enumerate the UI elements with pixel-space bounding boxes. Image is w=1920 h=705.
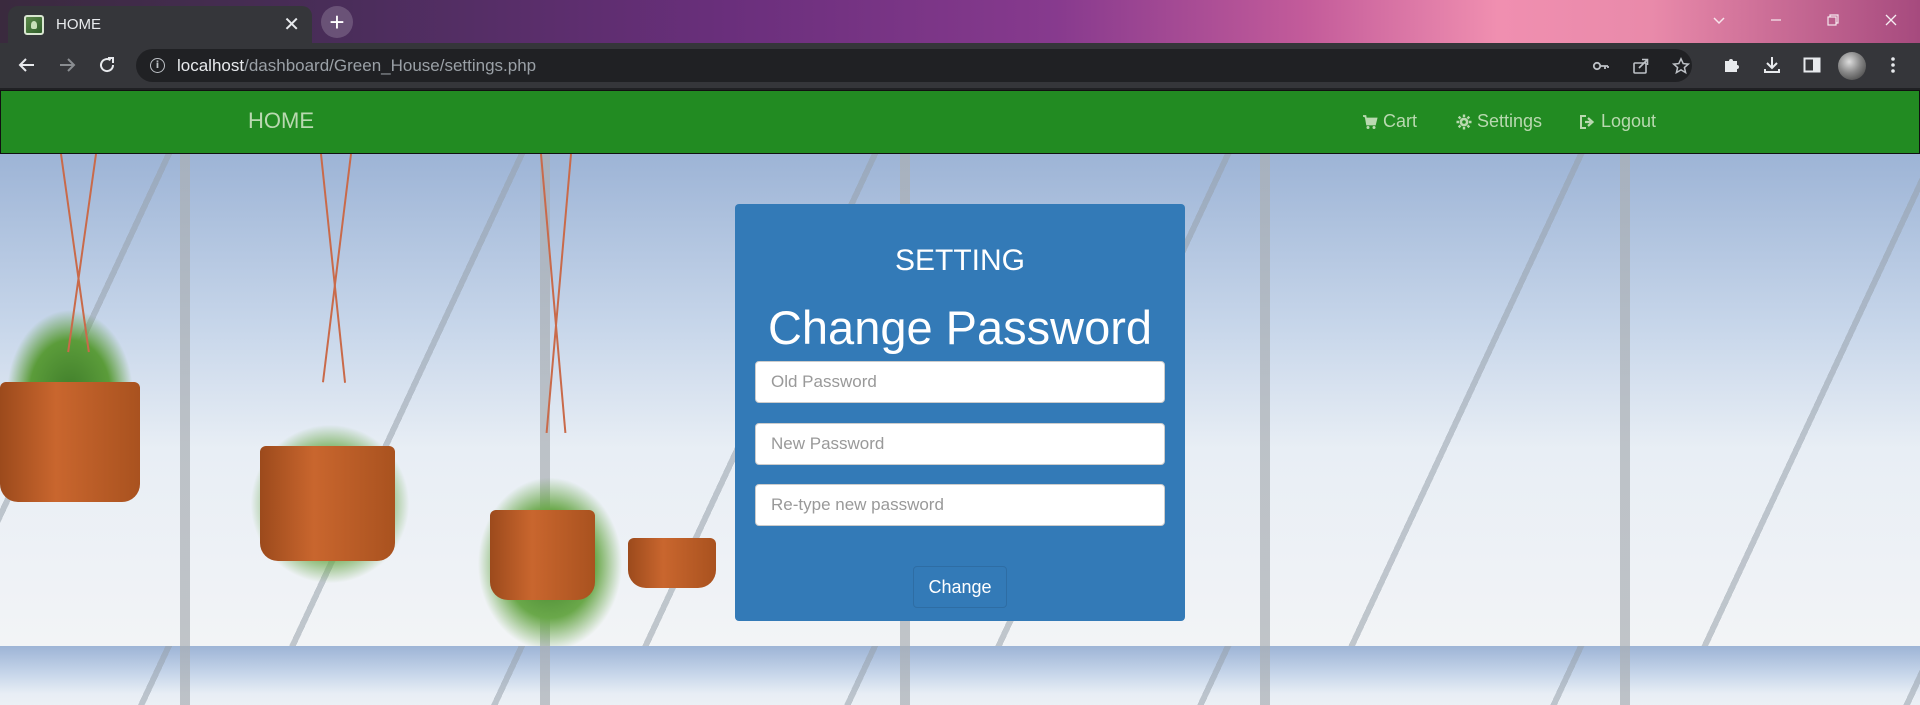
panel-heading: SETTING	[894, 244, 1025, 277]
flower-pot	[628, 538, 716, 588]
profile-avatar[interactable]	[1838, 52, 1866, 80]
restore-button[interactable]	[1810, 0, 1856, 40]
close-window-button[interactable]	[1868, 0, 1914, 40]
chevron-down-icon	[1713, 17, 1725, 25]
greenhouse-favicon-icon	[24, 14, 44, 35]
address-bar[interactable]: i localhost/dashboard/Green_House/settin…	[136, 49, 1692, 82]
minimize-icon	[1771, 19, 1781, 21]
change-password-panel: SETTING Change Password Change	[735, 204, 1185, 621]
page-title: Change Password	[767, 301, 1153, 354]
home-brand-link[interactable]: HOME	[248, 108, 314, 134]
nav-cart-link[interactable]: Cart	[1362, 111, 1417, 132]
site-navbar: HOME Cart Settings Logout	[0, 90, 1920, 154]
reload-icon	[100, 57, 115, 73]
cart-icon	[1363, 114, 1378, 129]
nav-logout-label: Logout	[1601, 111, 1657, 131]
new-password-field[interactable]	[755, 423, 1165, 465]
url-path: /dashboard/Green_House/settings.php	[244, 55, 537, 75]
extensions-button[interactable]	[1717, 50, 1747, 80]
nav-cart-label: Cart	[1383, 111, 1418, 131]
star-icon[interactable]	[1671, 56, 1691, 76]
minimize-button[interactable]	[1753, 0, 1799, 40]
kebab-menu-icon	[1891, 57, 1895, 73]
retype-password-field[interactable]	[755, 484, 1165, 526]
download-icon	[1764, 57, 1780, 73]
key-icon[interactable]	[1591, 56, 1611, 76]
nav-logout-link[interactable]: Logout	[1579, 111, 1656, 132]
back-button[interactable]	[12, 50, 42, 80]
back-arrow-icon	[18, 58, 34, 72]
old-password-field[interactable]	[755, 361, 1165, 403]
url-host: localhost	[177, 55, 245, 75]
change-button[interactable]: Change	[913, 566, 1007, 608]
close-icon[interactable]: ✕	[283, 15, 300, 35]
info-icon[interactable]: i	[150, 58, 165, 73]
new-tab-button[interactable]: +	[321, 6, 353, 38]
nav-settings-link[interactable]: Settings	[1456, 111, 1542, 132]
browser-menu-button[interactable]	[1878, 50, 1908, 80]
browser-titlebar: HOME ✕ +	[0, 0, 1920, 43]
gear-icon	[1456, 114, 1472, 129]
nav-settings-label: Settings	[1477, 111, 1543, 131]
forward-button[interactable]	[52, 50, 82, 80]
side-panel-button[interactable]	[1797, 50, 1827, 80]
plus-icon: +	[329, 7, 345, 37]
browser-toolbar: i localhost/dashboard/Green_House/settin…	[0, 43, 1920, 88]
restore-icon	[1827, 14, 1839, 26]
puzzle-icon	[1725, 59, 1739, 72]
share-icon[interactable]	[1631, 56, 1651, 76]
side-panel-icon	[1803, 57, 1821, 73]
tab-search-button[interactable]	[1696, 0, 1742, 40]
flower-pot	[0, 382, 140, 502]
downloads-button[interactable]	[1757, 50, 1787, 80]
tab-title: HOME	[56, 16, 101, 33]
browser-tab[interactable]: HOME ✕	[8, 6, 312, 43]
logout-icon	[1580, 114, 1595, 129]
flower-pot	[490, 510, 595, 600]
forward-arrow-icon	[60, 58, 76, 72]
greenhouse-background-repeat	[0, 646, 1920, 705]
flower-pot	[260, 446, 395, 561]
page-viewport: HOME Cart Settings Logout SETTING Change…	[0, 88, 1920, 705]
close-window-icon	[1885, 14, 1897, 26]
reload-button[interactable]	[92, 50, 122, 80]
